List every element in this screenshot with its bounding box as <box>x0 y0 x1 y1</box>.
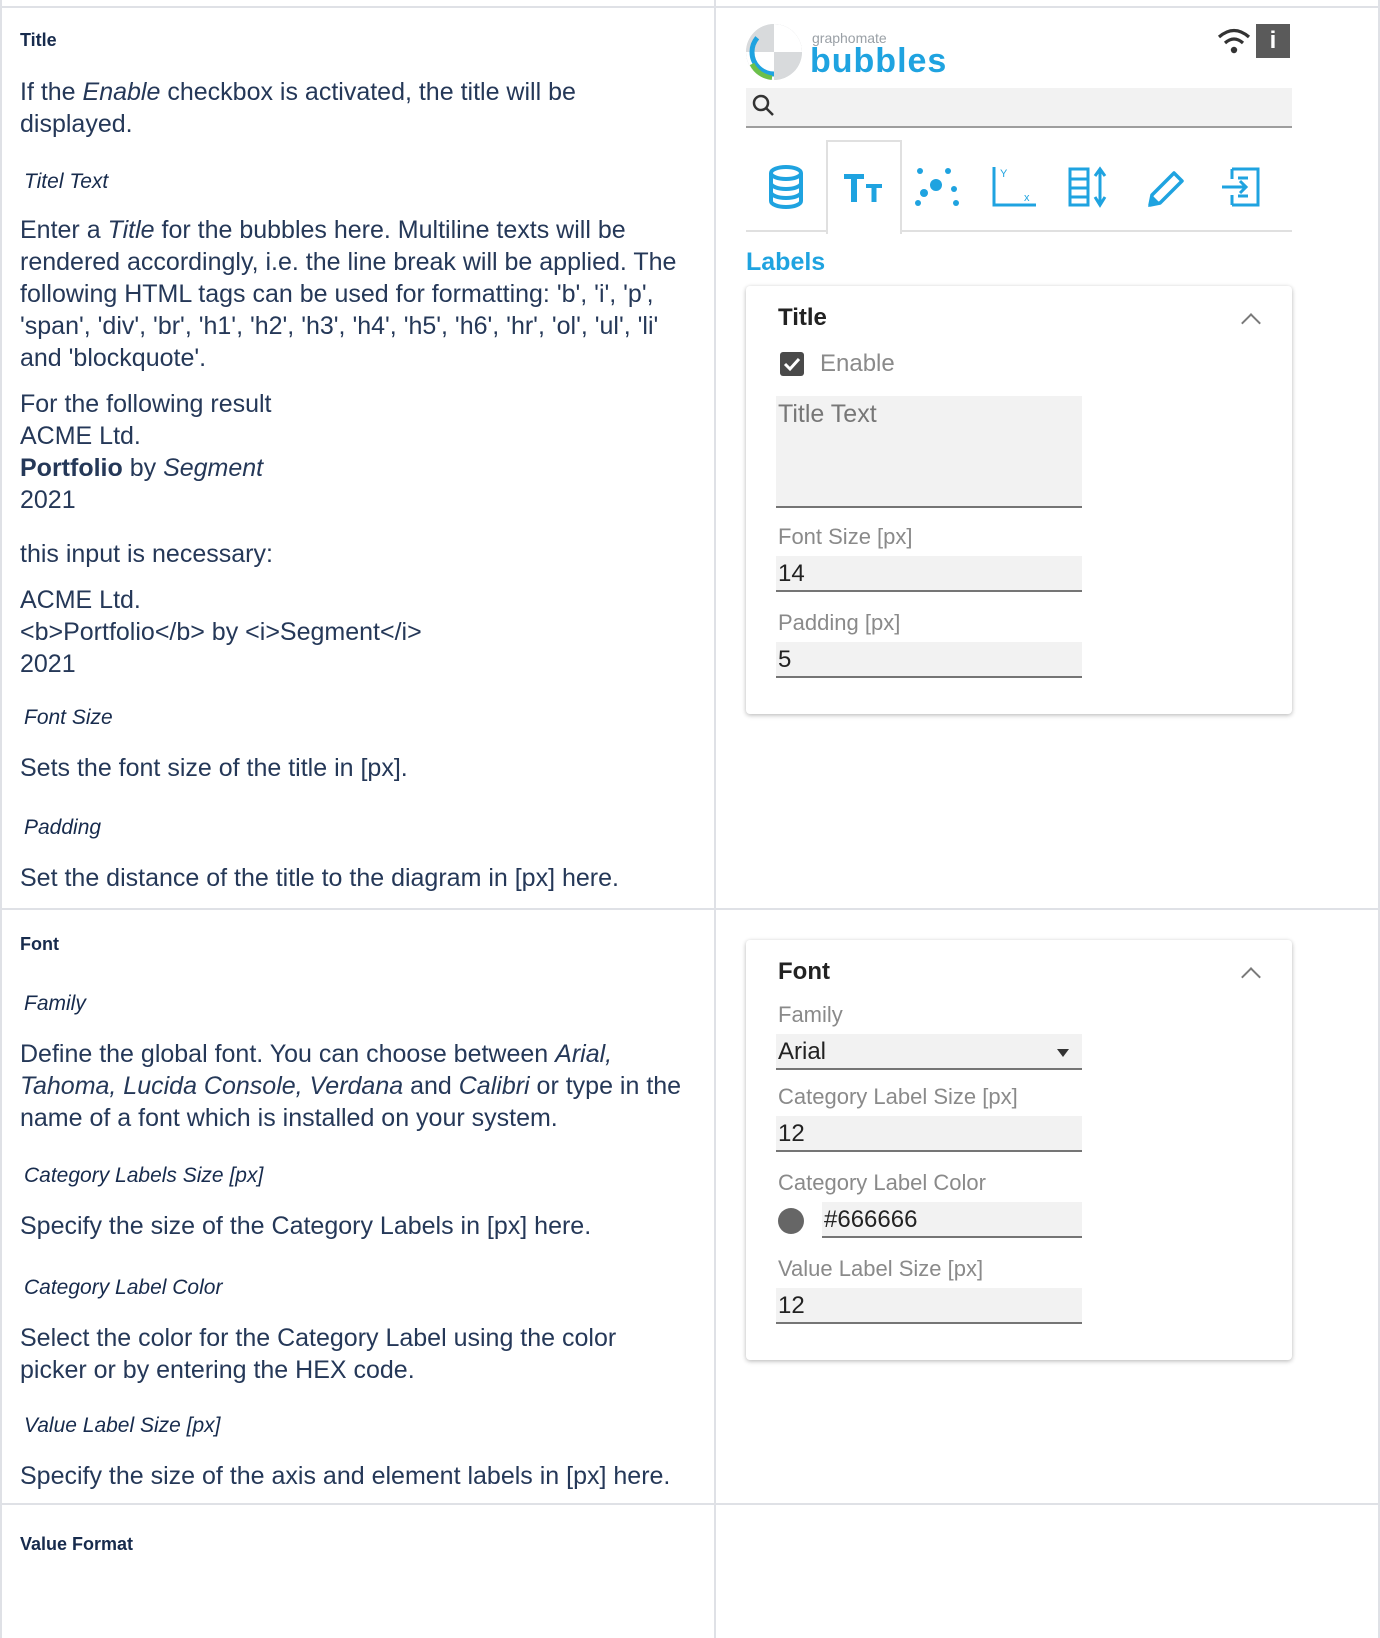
table-border-top <box>0 6 1380 8</box>
family-description: Define the global font. You can choose b… <box>20 1040 682 1132</box>
family-select[interactable]: Arial <box>776 1034 1082 1070</box>
labels-section-title: Labels <box>746 248 826 276</box>
value-format-heading: Value Format <box>20 1534 134 1554</box>
result-line-company: ACME Ltd. <box>20 422 141 450</box>
search-input[interactable] <box>746 88 1292 128</box>
family-field-label: Family <box>778 1002 843 1027</box>
family-label: Family <box>24 992 86 1015</box>
tab-style[interactable] <box>1130 144 1202 230</box>
title-text-area[interactable]: Title Text <box>776 396 1082 508</box>
table-border-left <box>0 0 2 1638</box>
import-icon <box>1222 167 1260 207</box>
font-card-heading: Font <box>778 958 830 985</box>
scatter-icon <box>915 168 959 206</box>
enable-label: Enable <box>820 350 895 377</box>
category-color-field-label: Category Label Color <box>778 1170 986 1195</box>
family-selected-value: Arial <box>778 1038 827 1065</box>
tab-import[interactable] <box>1206 144 1278 230</box>
search-icon <box>752 94 774 116</box>
titel-text-description: Enter a Title for the bubbles here. Mult… <box>20 216 677 372</box>
value-size-description: Specify the size of the axis and element… <box>20 1462 671 1490</box>
input-intro-text: this input is necessary: <box>20 540 273 568</box>
table-border-row2 <box>0 1503 1380 1505</box>
enable-checkbox[interactable] <box>780 352 804 376</box>
title-intro-paragraph: If the Enable checkbox is activated, the… <box>20 78 576 138</box>
tab-labels[interactable] <box>826 140 902 234</box>
value-size-label: Value Label Size [px] <box>24 1414 221 1437</box>
title-settings-card: Title Enable Title Text Font Size [px] 1… <box>746 286 1292 714</box>
result-intro-text: For the following result <box>20 390 272 418</box>
wifi-icon[interactable] <box>1216 26 1252 56</box>
category-size-input[interactable]: 12 <box>776 1116 1082 1152</box>
color-swatch[interactable] <box>778 1208 804 1234</box>
result-line-portfolio: Portfolio by Segment <box>20 454 264 482</box>
input-line-year: 2021 <box>20 650 76 678</box>
value-size-input[interactable]: 12 <box>776 1288 1082 1324</box>
info-icon[interactable]: i <box>1256 24 1290 58</box>
svg-text:Y: Y <box>1000 168 1008 180</box>
sort-icon <box>1068 166 1107 208</box>
title-text-placeholder: Title Text <box>778 400 877 428</box>
section-title-heading: Title <box>20 30 57 50</box>
collapse-chevron-icon[interactable] <box>1241 313 1261 333</box>
input-line-company: ACME Ltd. <box>20 586 141 614</box>
pencil-icon <box>1148 171 1184 207</box>
category-color-label: Category Label Color <box>24 1276 223 1299</box>
table-border-middle <box>714 0 716 1638</box>
input-line-markup: <b>Portfolio</b> by <i>Segment</i> <box>20 618 422 646</box>
titel-text-label: Titel Text <box>24 170 109 193</box>
category-color-input[interactable]: #666666 <box>822 1202 1082 1238</box>
graphomate-logo-icon <box>746 24 802 80</box>
font-size-label: Font Size <box>24 706 113 729</box>
database-icon <box>769 165 803 209</box>
font-settings-card: Font Family Arial Category Label Size [p… <box>746 940 1292 1360</box>
font-size-input[interactable]: 14 <box>776 556 1082 592</box>
padding-input[interactable]: 5 <box>776 642 1082 678</box>
padding-label: Padding <box>24 816 102 839</box>
category-size-field-label: Category Label Size [px] <box>778 1084 1018 1109</box>
tab-sort[interactable] <box>1054 144 1126 230</box>
axis-icon: Y x <box>992 167 1036 207</box>
checkmark-icon <box>783 357 801 372</box>
font-size-description: Sets the font size of the title in [px]. <box>20 754 408 782</box>
result-example: For the following result ACME Ltd. Portf… <box>20 388 720 516</box>
category-color-description: Select the color for the Category Label … <box>20 1324 617 1384</box>
svg-text:x: x <box>1024 192 1030 204</box>
title-card-heading: Title <box>778 304 827 331</box>
value-size-field-label: Value Label Size [px] <box>778 1256 984 1281</box>
table-border-row1 <box>0 908 1380 910</box>
category-size-label: Category Labels Size [px] <box>24 1164 264 1187</box>
text-format-icon <box>844 174 882 202</box>
result-line-year: 2021 <box>20 486 76 514</box>
tab-bubbles[interactable] <box>902 144 974 230</box>
padding-description: Set the distance of the title to the dia… <box>20 864 619 892</box>
font-section-heading: Font <box>20 934 59 954</box>
settings-panel: graphomate bubbles i Y x Labels Title En… <box>746 20 1292 720</box>
tab-data[interactable] <box>750 144 822 230</box>
dropdown-arrow-icon <box>1057 1049 1069 1057</box>
font-size-field-label: Font Size [px] <box>778 524 913 549</box>
padding-field-label: Padding [px] <box>778 610 901 635</box>
input-example: ACME Ltd. <b>Portfolio</b> by <i>Segment… <box>20 584 720 680</box>
collapse-chevron-icon[interactable] <box>1241 967 1261 987</box>
category-size-description: Specify the size of the Category Labels … <box>20 1212 592 1240</box>
tab-axis[interactable]: Y x <box>978 144 1050 230</box>
documentation-table: Title If the Enable checkbox is activate… <box>0 0 1380 1638</box>
logo-product-name: bubbles <box>810 42 948 80</box>
